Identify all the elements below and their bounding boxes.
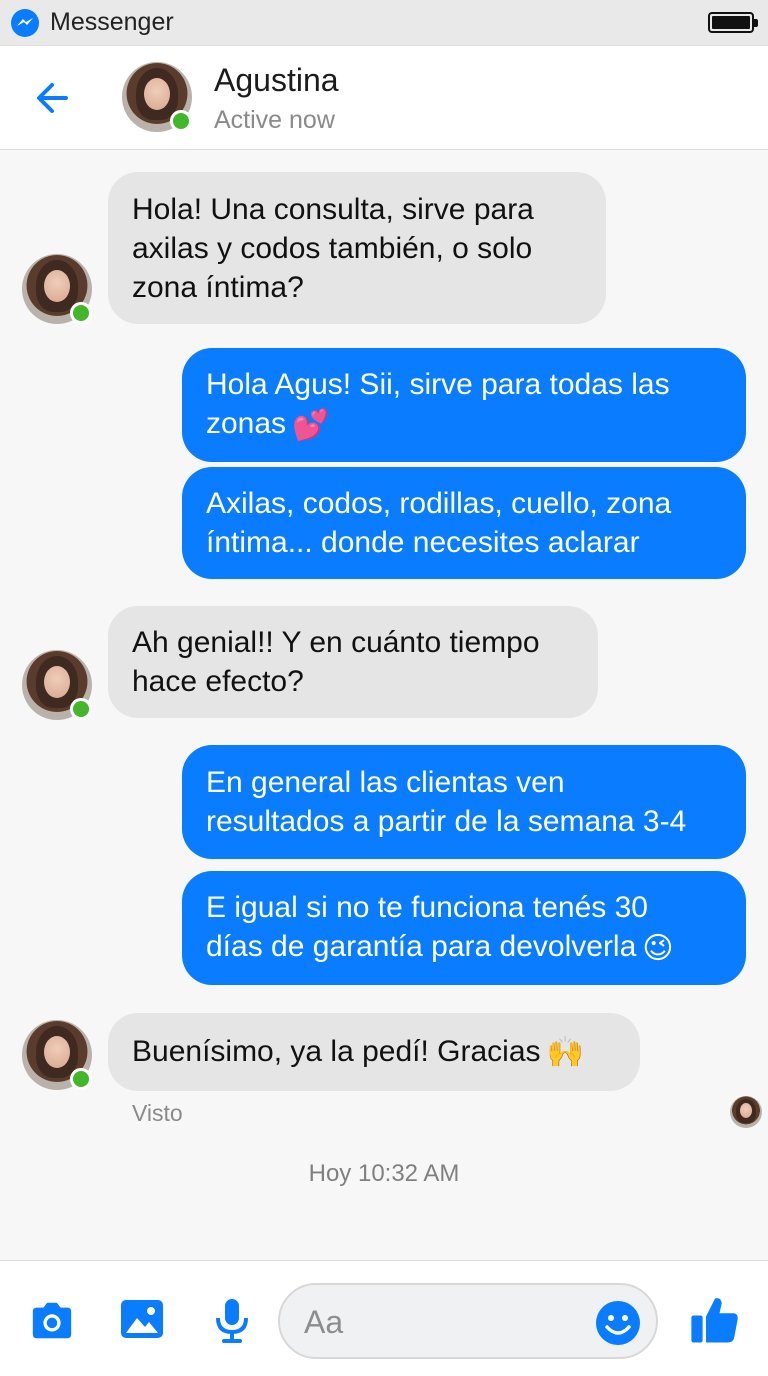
emoji-icon[interactable]: [594, 1299, 642, 1347]
contact-avatar[interactable]: [122, 62, 192, 132]
message-input[interactable]: [304, 1299, 594, 1345]
message-bubble-incoming[interactable]: Hola! Una consulta, sirve para axilas y …: [108, 172, 606, 324]
message-bubble-outgoing[interactable]: Hola Agus! Sii, sirve para todas las zon…: [182, 348, 746, 462]
status-bar: Messenger: [0, 0, 768, 46]
message-text-line: E igual si no te funciona tenés 30: [206, 891, 648, 925]
winking-face-emoji-icon: 😉: [642, 931, 674, 965]
timestamp: Hoy 10:32 AM: [308, 1160, 460, 1187]
message-text-line: Ah genial!! Y en cuánto tiempo: [132, 626, 540, 659]
message-text-line: En general las clientas ven: [206, 766, 565, 799]
online-indicator: [70, 698, 92, 720]
message-bubble-outgoing[interactable]: Axilas, codos, rodillas, cuello, zona ín…: [182, 467, 746, 579]
messenger-logo-icon: [11, 9, 39, 37]
message-text-line: Hola! Una consulta, sirve para: [132, 192, 534, 226]
online-indicator: [70, 1068, 92, 1090]
message-text-line: zona íntima?: [132, 270, 304, 304]
two-hearts-emoji-icon: 💕: [292, 408, 330, 442]
message-text-line: axilas y codos también, o solo: [132, 231, 533, 265]
message-bubble-outgoing[interactable]: En general las clientas ven resultados a…: [182, 745, 746, 859]
microphone-icon[interactable]: [208, 1294, 256, 1346]
battery-full-icon: [708, 12, 758, 33]
seen-label: Visto: [132, 1100, 183, 1126]
contact-avatar-small: [22, 254, 92, 324]
seen-avatar: [730, 1096, 762, 1128]
message-bubble-incoming[interactable]: Ah genial!! Y en cuánto tiempo hace efec…: [108, 606, 598, 718]
composer-bar: [0, 1260, 768, 1376]
online-indicator: [70, 302, 92, 324]
online-indicator: [170, 110, 192, 132]
message-text-line: Hola Agus! Sii, sirve para todas las: [206, 368, 670, 402]
message-text-line: zonas: [206, 407, 287, 441]
message-bubble-outgoing[interactable]: E igual si no te funciona tenés 30 días …: [182, 871, 746, 985]
contact-name: Agustina: [214, 62, 339, 98]
status-bar-app-name: Messenger: [50, 8, 174, 36]
message-text-line: Axilas, codos, rodillas, cuello, zona: [206, 487, 672, 520]
chat-header: Agustina Active now: [0, 46, 768, 150]
message-text-line: días de garantía para devolverla: [206, 930, 637, 964]
message-text-line: Buenísimo, ya la pedí! Gracias: [132, 1034, 541, 1068]
message-input-field[interactable]: [278, 1283, 658, 1359]
contact-avatar-small: [22, 1020, 92, 1090]
raising-hands-emoji-icon: 🙌: [546, 1036, 584, 1070]
image-icon[interactable]: [118, 1295, 166, 1343]
contact-status: Active now: [214, 106, 335, 134]
contact-avatar-small: [22, 650, 92, 720]
message-text-line: íntima... donde necesites aclarar: [206, 526, 640, 559]
message-bubble-incoming[interactable]: Buenísimo, ya la pedí! Gracias 🙌: [108, 1013, 640, 1091]
message-text-line: resultados a partir de la semana 3-4: [206, 805, 687, 838]
arrow-left-icon[interactable]: [30, 76, 74, 120]
thumbs-up-icon[interactable]: [688, 1293, 742, 1347]
message-text-line: hace efecto?: [132, 665, 304, 698]
camera-icon[interactable]: [27, 1298, 77, 1344]
